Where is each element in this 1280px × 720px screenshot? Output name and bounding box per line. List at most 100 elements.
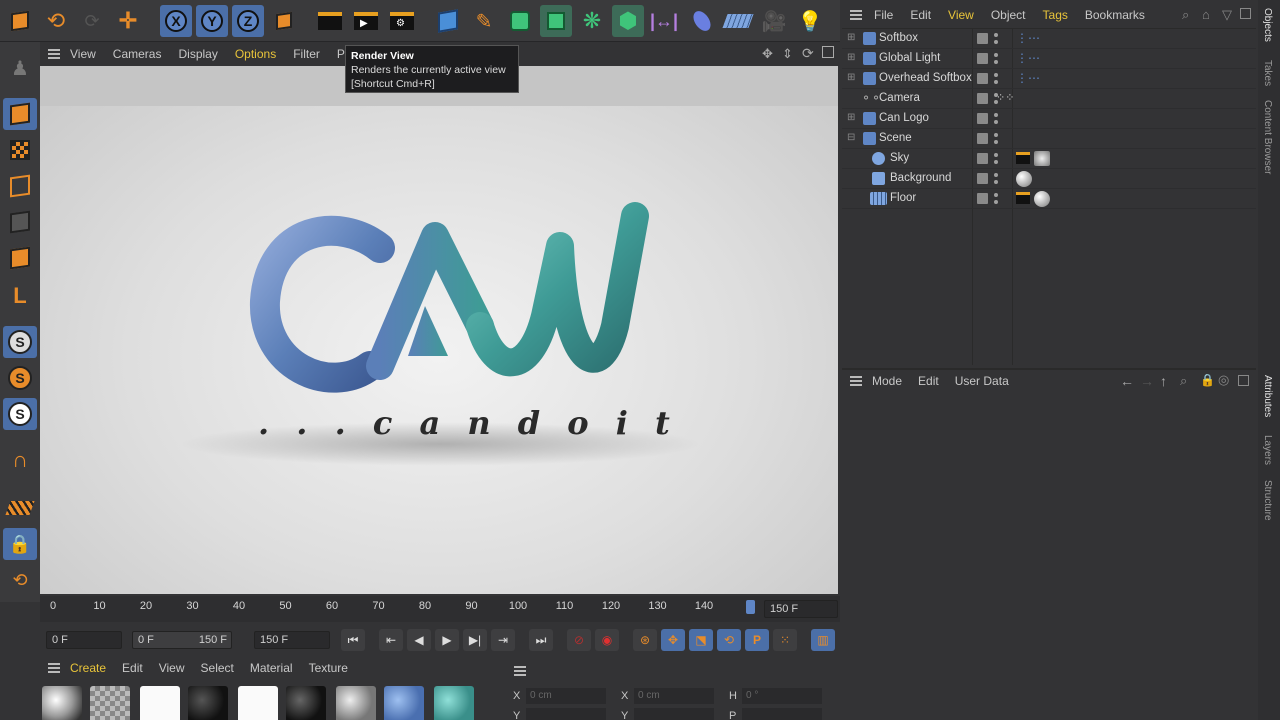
model-mode-button[interactable] — [3, 98, 37, 130]
visibility-dots[interactable] — [994, 152, 998, 166]
new-window-icon[interactable] — [1240, 8, 1251, 19]
collapse-icon[interactable]: ⊟ — [847, 132, 855, 143]
floor-button[interactable] — [722, 5, 754, 37]
points-mode-button[interactable] — [3, 170, 37, 202]
viewport-maximize-icon[interactable] — [822, 46, 834, 58]
material-swatch[interactable] — [188, 686, 228, 720]
visibility-dots[interactable] — [994, 172, 998, 186]
cube-object-button[interactable] — [432, 5, 464, 37]
compositing-tag-icon[interactable] — [1016, 192, 1030, 204]
next-frame-button[interactable]: ▶| — [463, 629, 487, 651]
x-axis-button[interactable]: X — [160, 5, 192, 37]
next-key-button[interactable]: ⇥ — [491, 629, 515, 651]
forward-arrow-icon[interactable]: → — [1140, 373, 1154, 389]
deformer-button[interactable]: |↔| — [648, 5, 680, 37]
visibility-dots[interactable] — [994, 132, 998, 146]
make-editable-button[interactable]: ♟ — [3, 52, 37, 84]
object-menu-bookmarks[interactable]: Bookmarks — [1085, 8, 1145, 22]
viewport-menu-display[interactable]: Display — [178, 47, 217, 61]
coord-y-position[interactable] — [526, 708, 606, 720]
up-arrow-icon[interactable]: ↑ — [1160, 373, 1167, 389]
viewport-rotate-icon[interactable]: ⟳ — [802, 45, 814, 62]
filter-icon[interactable]: ▽ — [1222, 7, 1232, 23]
viewport-move-icon[interactable]: ✥ — [762, 46, 773, 62]
redo-button[interactable]: ⟳ — [76, 5, 108, 37]
timeline-ruler[interactable]: 01020304050607080901001101201301401 150 … — [40, 596, 840, 622]
light-button[interactable]: 💡 — [794, 5, 826, 37]
expand-icon[interactable]: ⊞ — [847, 72, 855, 83]
material-menu-material[interactable]: Material — [250, 661, 293, 675]
tag-icon[interactable]: ⋮⋯ — [1016, 71, 1040, 85]
render-view-button[interactable] — [314, 5, 346, 37]
object-row-global-light[interactable]: ⊞ Global Light ⋮⋯ — [842, 49, 1256, 69]
autokey-button[interactable]: ◉ — [595, 629, 619, 651]
material-menu-edit[interactable]: Edit — [122, 661, 143, 675]
field-button[interactable] — [686, 5, 718, 37]
material-swatch[interactable] — [286, 686, 326, 720]
visibility-check[interactable] — [977, 193, 988, 204]
timeline-playhead[interactable] — [746, 600, 755, 614]
viewport-menu-filter[interactable]: Filter — [293, 47, 320, 61]
timeline-end-field[interactable]: 150 F — [764, 600, 838, 618]
workplane-button[interactable] — [3, 492, 37, 524]
object-menu-tags[interactable]: Tags — [1043, 8, 1068, 22]
object-row-floor[interactable]: Floor — [842, 189, 1256, 209]
axis-mode-button[interactable]: L — [3, 280, 37, 312]
previous-key-button[interactable]: ⇤ — [379, 629, 403, 651]
attributes-menu-edit[interactable]: Edit — [918, 374, 939, 388]
record-scale-button[interactable]: ⬔ — [689, 629, 713, 651]
coord-h-rotation[interactable]: 0 ° — [742, 688, 822, 704]
object-menu-view[interactable]: View — [948, 8, 974, 22]
attr-new-window-icon[interactable] — [1238, 375, 1249, 386]
object-menu-object[interactable]: Object — [991, 8, 1026, 22]
edges-mode-button[interactable] — [3, 206, 37, 238]
move-tool-button[interactable] — [4, 5, 36, 37]
max-frame-field[interactable]: 150 F — [254, 631, 330, 649]
visibility-check[interactable] — [977, 153, 988, 164]
pen-spline-button[interactable]: ✎ — [468, 5, 500, 37]
z-axis-button[interactable]: Z — [232, 5, 264, 37]
visibility-dots[interactable] — [994, 192, 998, 206]
coord-x-size[interactable]: 0 cm — [634, 688, 714, 704]
object-menu-file[interactable]: File — [874, 8, 893, 22]
previous-frame-button[interactable]: ◀ — [407, 629, 431, 651]
array-button[interactable] — [540, 5, 572, 37]
object-menu-edit[interactable]: Edit — [910, 8, 931, 22]
preview-range-slider[interactable]: 0 F 150 F — [132, 631, 232, 649]
tag-icon[interactable]: ⋮⋯ — [1016, 31, 1040, 45]
tab-attributes[interactable]: Attributes — [1262, 375, 1273, 417]
coord-x-position[interactable]: 0 cm — [526, 688, 606, 704]
render-picture-viewer-button[interactable]: ▶ — [350, 5, 382, 37]
viewport-menu-view[interactable]: View — [70, 47, 96, 61]
texture-tag-icon[interactable] — [1016, 171, 1032, 187]
object-row-background[interactable]: Background — [842, 169, 1256, 189]
camera-button[interactable]: 🎥 — [758, 5, 790, 37]
attributes-menu-user-data[interactable]: User Data — [955, 374, 1009, 388]
workplane-align-button[interactable]: ⟲ — [3, 564, 37, 596]
visibility-check[interactable] — [977, 93, 988, 104]
attr-target-icon[interactable]: ◎ — [1218, 372, 1229, 388]
snap-settings-button[interactable]: S — [3, 362, 37, 394]
polygons-mode-button[interactable] — [3, 242, 37, 274]
mograph-button[interactable]: ❋ — [576, 5, 608, 37]
render-settings-button[interactable]: ⚙ — [386, 5, 418, 37]
visibility-check[interactable] — [977, 113, 988, 124]
attr-lock-icon[interactable]: 🔒 — [1200, 373, 1215, 387]
texture-tag-icon[interactable] — [1034, 151, 1050, 166]
coord-hamburger-icon[interactable] — [514, 666, 526, 676]
tag-icon[interactable]: ⋮⋯ — [1016, 51, 1040, 65]
visibility-dots[interactable] — [994, 112, 998, 126]
tab-objects[interactable]: Objects — [1262, 8, 1273, 42]
hamburger-icon[interactable] — [48, 49, 60, 59]
visibility-check[interactable] — [977, 173, 988, 184]
3d-viewport[interactable]: . . . c a n d o i t — [40, 66, 838, 594]
compositing-tag-icon[interactable] — [1016, 152, 1030, 164]
tab-content-browser[interactable]: Content Browser — [1262, 100, 1273, 174]
attr-search-icon[interactable]: ⌕ — [1180, 373, 1187, 389]
material-menu-texture[interactable]: Texture — [309, 661, 348, 675]
expand-icon[interactable]: ⊞ — [847, 32, 855, 43]
expand-icon[interactable]: ⊞ — [847, 112, 855, 123]
tab-layers[interactable]: Layers — [1262, 435, 1273, 465]
snap-enable-button[interactable]: S — [3, 398, 37, 430]
record-parameter-button[interactable]: P — [745, 629, 769, 651]
